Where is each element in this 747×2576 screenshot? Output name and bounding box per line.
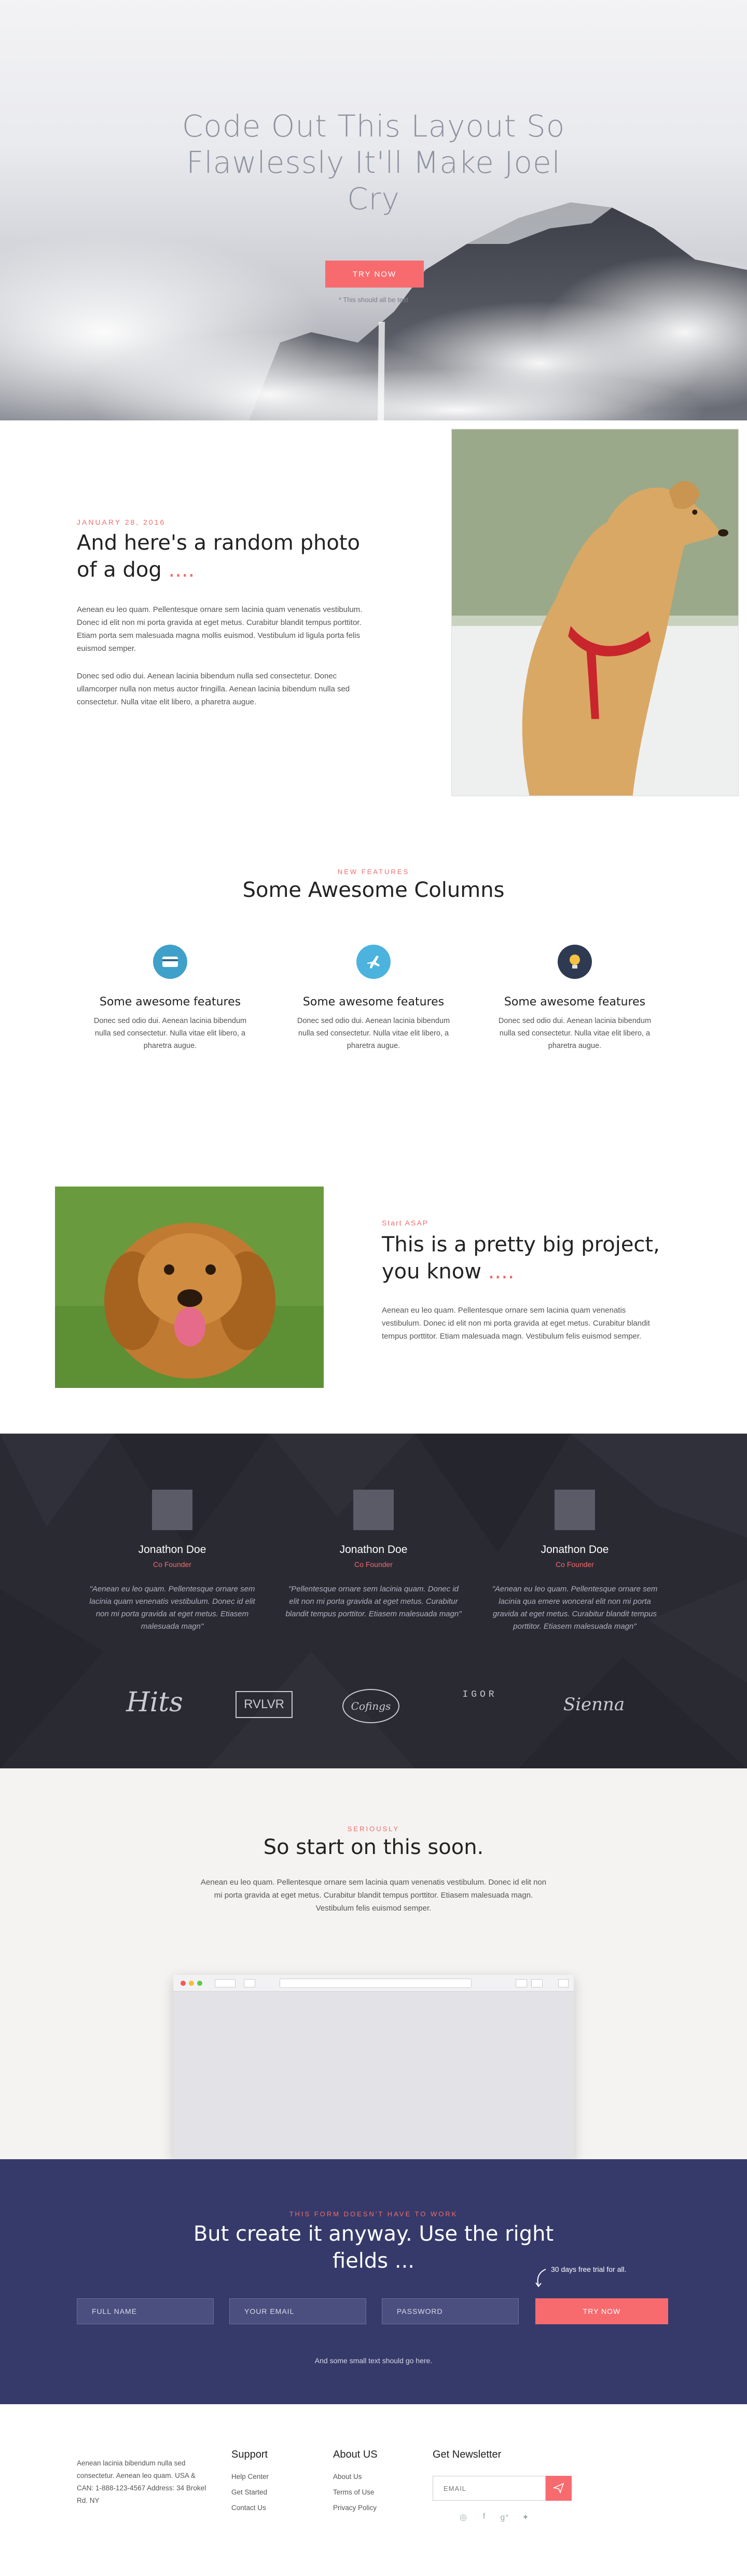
trial-note: 30 days free trial for all. [551,2265,627,2273]
twitter-icon[interactable]: ✦ [520,2512,531,2524]
airplane-icon [356,945,391,979]
password-input[interactable] [382,2298,519,2324]
sidebar-icon [244,1979,255,1987]
google-plus-icon[interactable]: g⁺ [499,2512,510,2524]
feature-column-2: Some awesome features Donec sed odio dui… [296,945,451,1052]
article-paragraph-2: Donec sed odio dui. Aenean lacinia biben… [77,672,350,706]
avatar [353,1490,394,1530]
testimonial-role: Co Founder [354,1560,393,1569]
logo-rvlvr: RVLVR [236,1691,293,1718]
feature-title: Some awesome features [99,996,241,1008]
article-title-text: And here's a random photo of a dog [77,531,360,582]
credit-card-icon [153,945,187,979]
testimonial-name: Jonathon Doe [138,1544,206,1556]
testimonial-quote: "Aenean eu leo quam. Pellentesque ornare… [89,1585,255,1631]
testimonial-3: Jonathon Doe Co Founder "Aenean eu leo q… [487,1490,663,1633]
footer-address: Aenean lacinia bibendum nulla sed consec… [77,2459,206,2504]
footer-support: Support Help Center Get Started Contact … [231,2449,269,2516]
testimonial-role: Co Founder [153,1560,191,1569]
minimize-dot-icon [189,1981,194,1986]
footer-about: About US About Us Terms of Use Privacy P… [333,2449,378,2516]
form-title: But create it anyway. Use the right fiel… [166,2220,581,2274]
hero-section: Code Out This Layout So Flawlessly It'll… [0,0,747,420]
feature-text: Donec sed odio dui. Aenean lacinia biben… [297,1017,450,1050]
email-input[interactable] [229,2298,366,2324]
project-title-text: This is a pretty big project, you know [382,1233,660,1284]
start-title: So start on this soon. [263,1835,484,1859]
paper-plane-icon [552,2483,564,2493]
testimonial-quote: "Pellentesque ornare sem lacinia quam. D… [285,1585,462,1618]
form-title-text: But create it anyway. Use the right fiel… [193,2222,554,2273]
close-dot-icon [181,1981,186,1986]
avatar [555,1490,595,1530]
feature-title: Some awesome features [302,996,445,1008]
dog-photo [451,429,739,796]
footer-link-privacy[interactable]: Privacy Policy [333,2500,378,2516]
retriever-photo [55,1187,324,1388]
hero-try-now-button[interactable]: TRY NOW [325,261,424,288]
footer-newsletter: Get Newsletter [433,2449,501,2469]
testimonial-1: Jonathon Doe Co Founder "Aenean eu leo q… [84,1490,260,1633]
new-tab-icon [558,1979,569,1987]
newsletter-send-button[interactable] [546,2476,572,2501]
avatar [152,1490,192,1530]
form-try-now-button[interactable]: TRY NOW [535,2298,668,2324]
footer-link-about-us[interactable]: About Us [333,2469,378,2485]
footer-link-terms[interactable]: Terms of Use [333,2485,378,2500]
form-title-accent: ... [394,2249,415,2273]
facebook-icon[interactable]: f [478,2512,490,2524]
logo-cofings: Cofings [342,1689,399,1723]
project-title: This is a pretty big project, you know .… [382,1231,672,1285]
feature-title: Some awesome features [504,996,646,1008]
signup-section [0,2159,747,2404]
testimonial-quote: "Aenean eu leo quam. Pellentesque ornare… [492,1585,658,1631]
hero-note: * This should all be text [338,296,409,304]
project-text: Aenean eu leo quam. Pellentesque ornare … [382,1306,650,1341]
footer-about-title: About US [333,2449,378,2460]
testimonial-name: Jonathon Doe [541,1544,609,1556]
testimonial-name: Jonathon Doe [339,1544,408,1556]
footer-support-title: Support [231,2449,268,2460]
article-date: JANUARY 28, 2016 [77,518,166,526]
footer-link-contact-us[interactable]: Contact Us [231,2500,269,2516]
feature-text: Donec sed odio dui. Aenean lacinia biben… [93,1017,247,1050]
project-title-accent: .... [488,1260,515,1284]
dribbble-icon[interactable]: ◎ [458,2512,469,2524]
address-bar [280,1979,472,1988]
browser-toolbar [173,1975,574,1992]
features-eyebrow: NEW FEATURES [337,868,410,876]
start-eyebrow: SERIOUSLY [347,1825,400,1833]
newsletter-email-input[interactable] [433,2476,546,2501]
nav-arrows-icon [215,1979,236,1987]
curved-arrow-icon [535,2269,546,2287]
feature-column-3: Some awesome features Donec sed odio dui… [497,945,653,1052]
footer-link-help-center[interactable]: Help Center [231,2469,269,2485]
form-eyebrow: THIS FORM DOESN'T HAVE TO WORK [289,2210,458,2218]
form-note: And some small text should go here. [314,2356,433,2365]
feature-text: Donec sed odio dui. Aenean lacinia biben… [498,1017,652,1050]
features-title: Some Awesome Columns [242,878,505,902]
project-eyebrow: Start ASAP [382,1219,429,1227]
browser-mockup [173,1975,574,2159]
article-paragraph-1: Aenean eu leo quam. Pellentesque ornare … [77,605,363,653]
start-text: Aenean eu leo quam. Pellentesque ornare … [200,1878,547,1913]
hero-title: Code Out This Layout So Flawlessly It'll… [182,108,565,216]
share-icon [516,1979,527,1987]
logo-igor: IGOR [462,1689,497,1700]
article-title: And here's a random photo of a dog .... [77,529,367,583]
testimonial-role: Co Founder [556,1560,594,1569]
footer-newsletter-title: Get Newsletter [433,2449,502,2460]
logo-hits: Hits [126,1687,183,1718]
footer-link-get-started[interactable]: Get Started [231,2485,269,2500]
article-title-accent: .... [168,558,195,582]
maximize-dot-icon [197,1981,202,1986]
lightbulb-icon [558,945,592,979]
logo-sienna: Sienna [563,1694,625,1715]
testimonial-2: Jonathon Doe Co Founder "Pellentesque or… [285,1490,462,1620]
feature-column-1: Some awesome features Donec sed odio dui… [92,945,248,1052]
tabs-icon [531,1979,543,1987]
full-name-input[interactable] [77,2298,214,2324]
